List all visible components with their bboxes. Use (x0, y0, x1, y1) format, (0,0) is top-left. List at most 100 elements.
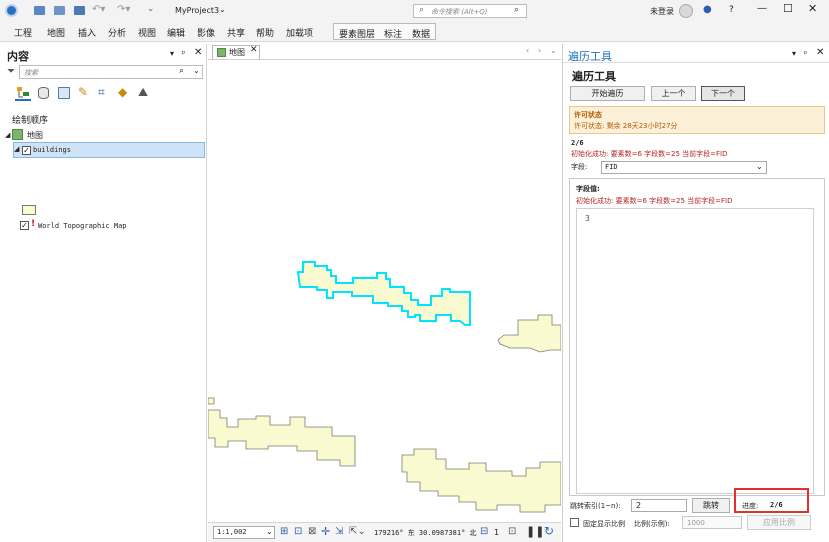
pane-options-icon[interactable]: ▾ (170, 49, 174, 58)
pause-drawing-icon[interactable]: ❚❚ (526, 525, 544, 538)
close-icon[interactable]: ✕ (808, 2, 817, 15)
layer-row-buildings[interactable]: ◢ ✓ buildings (13, 142, 205, 158)
scale-dropdown-icon[interactable]: ⌄ (266, 527, 273, 536)
sign-in-status[interactable]: 未登录 (650, 6, 674, 17)
list-by-editing-icon[interactable]: ✎ (78, 85, 88, 99)
warning-icon: ! (31, 219, 36, 229)
tab-analysis[interactable]: 分析 (108, 26, 126, 39)
field-values-group: 字段值: 初始化成功: 要素数=6 字段数=25 当前字段=FID 3 (569, 178, 825, 496)
pane-close-icon[interactable]: ✕ (816, 47, 824, 58)
list-by-drawing-order-icon[interactable] (15, 85, 31, 101)
list-by-perspective-icon[interactable]: ⛰ (138, 85, 148, 100)
search-dropdown-icon[interactable]: ⌄ (193, 66, 200, 75)
building-feature (208, 397, 215, 405)
map-tab[interactable]: 地图 ✕ (212, 45, 260, 59)
save-project-icon[interactable] (74, 6, 85, 15)
notifications-icon[interactable]: ● (703, 4, 712, 15)
tab-addins[interactable]: 加载项 (286, 26, 313, 39)
contents-pane: 内容 ▾ ᵖ ✕ ⏷ 搜索 ⌕ ⌄ ✎ ⌗ ◆ ⛰ 绘制顺序 ◢ 地图 ◢ ✓ … (0, 44, 207, 542)
tab-view[interactable]: 视图 (138, 26, 156, 39)
navigate-icon[interactable]: ⇲ (335, 526, 343, 537)
tab-labeling[interactable]: 标注 (384, 27, 402, 40)
maximize-icon[interactable]: ☐ (783, 2, 793, 15)
list-by-snapping-icon[interactable]: ⌗ (98, 85, 105, 100)
layer-name-basemap[interactable]: World Topographic Map (38, 222, 127, 230)
undo-icon[interactable]: ↶▾ (92, 4, 105, 15)
zoom-full-extent-icon[interactable]: ⊞ (280, 526, 288, 537)
ribbon-tab-bar: 工程 地图 插入 分析 视图 编辑 影像 共享 帮助 加载项 要素图层 标注 数… (0, 22, 829, 42)
map-view[interactable]: 地图 ✕ ‹ › ⌄ 1:1,002 ⌄ ⊞ ⊡ ⊠ ✛ ⇲ ⇱⌄ 179216… (208, 44, 561, 542)
map-tab-label: 地图 (229, 48, 245, 57)
pane-options-icon[interactable]: ▾ (792, 49, 796, 58)
expand-layer-icon[interactable]: ◢ (14, 145, 19, 153)
progress-value: 2/6 (770, 501, 783, 509)
field-values-message: 初始化成功: 要素数=6 字段数=25 当前字段=FID (576, 197, 733, 205)
command-search-box[interactable]: ⌕ 命令搜索 (Alt+Q) ⌕ (413, 4, 527, 18)
list-by-selection-icon[interactable] (58, 87, 70, 99)
expand-map-icon[interactable]: ◢ (5, 131, 10, 139)
arcgis-pro-logo-icon (5, 4, 18, 17)
tab-feature-layer[interactable]: 要素图层 (339, 27, 375, 40)
map-canvas[interactable] (208, 60, 561, 522)
contents-search-input[interactable]: 搜索 ⌕ ⌄ (19, 65, 203, 79)
redo-icon[interactable]: ↷▾ (117, 4, 130, 15)
tab-edit[interactable]: 编辑 (167, 26, 185, 39)
new-project-icon[interactable] (34, 6, 45, 15)
tab-project[interactable]: 工程 (14, 26, 32, 39)
tab-help[interactable]: 帮助 (256, 26, 274, 39)
jump-index-input[interactable]: 2 (631, 499, 687, 512)
minimize-icon[interactable]: — (757, 3, 767, 14)
filter-icon[interactable]: ⏷ (7, 66, 15, 77)
scale-value: 1:1,002 (217, 528, 247, 536)
jump-button[interactable]: 跳转 (692, 498, 730, 513)
previous-button[interactable]: 上一个 (651, 86, 696, 101)
scale-example-input[interactable]: 1000 (682, 516, 742, 529)
tab-list-icon[interactable]: ⌄ (550, 46, 557, 55)
start-traversal-button[interactable]: 开始遍历 (570, 86, 645, 101)
list-by-source-icon[interactable] (38, 87, 49, 99)
auto-hide-icon[interactable]: ᵖ (804, 49, 807, 58)
avatar[interactable] (679, 4, 693, 18)
scale-selector[interactable]: 1:1,002 ⌄ (213, 526, 275, 539)
building-feature (401, 448, 561, 513)
basemap-visibility-checkbox[interactable]: ✓ (20, 221, 29, 230)
tab-scroll-right-icon[interactable]: › (538, 46, 541, 55)
help-icon[interactable]: ? (729, 5, 734, 15)
layer-visibility-checkbox[interactable]: ✓ (22, 146, 31, 155)
search-go-icon: ⌕ (514, 5, 520, 15)
field-select[interactable]: FID ⌄ (601, 161, 767, 174)
auto-hide-icon[interactable]: ᵖ (182, 49, 185, 58)
selected-features-icon[interactable]: ⊟ (480, 526, 488, 537)
next-button[interactable]: 下一个 (701, 86, 745, 101)
field-values-textarea[interactable]: 3 (576, 208, 814, 494)
refresh-extent-icon[interactable]: ⊡ (508, 526, 516, 537)
field-dropdown-icon[interactable]: ⌄ (756, 162, 763, 171)
tab-imagery[interactable]: 影像 (197, 26, 215, 39)
refresh-icon[interactable]: ↻ (544, 524, 554, 538)
list-by-labeling-icon[interactable]: ◆ (118, 85, 127, 99)
layer-name-buildings[interactable]: buildings (33, 146, 71, 154)
contextual-tab-group: 要素图层 标注 数据 (333, 23, 436, 40)
project-name: MyProject3 (175, 6, 220, 15)
customize-qat-icon[interactable]: ⌄ (147, 4, 155, 14)
fixed-zoom-icon[interactable]: ⊡ (294, 526, 302, 537)
tab-share[interactable]: 共享 (227, 26, 245, 39)
contents-close-icon[interactable]: ✕ (194, 47, 202, 58)
tab-data[interactable]: 数据 (412, 27, 430, 40)
layer-symbol-swatch[interactable] (22, 205, 36, 215)
tab-scroll-left-icon[interactable]: ‹ (526, 46, 529, 55)
crosshair-icon[interactable]: ✛ (321, 525, 330, 538)
license-status-box: 许可状态 许可状态: 剩余 28天23小时27分 (569, 106, 825, 134)
apply-scale-button[interactable]: 应用比例 (747, 515, 811, 530)
project-dropdown-icon[interactable]: ⌄ (219, 5, 226, 14)
contents-search-placeholder: 搜索 (24, 69, 38, 77)
coordinate-dropdown-icon[interactable]: ⇱⌄ (349, 526, 366, 537)
tab-insert[interactable]: 插入 (78, 26, 96, 39)
open-project-icon[interactable] (54, 6, 65, 15)
map-name[interactable]: 地图 (27, 130, 43, 141)
fixed-scale-checkbox[interactable] (570, 518, 579, 527)
map-tab-close-icon[interactable]: ✕ (250, 45, 258, 55)
jump-index-label: 跳转索引(1~n): (570, 502, 621, 510)
tab-map[interactable]: 地图 (47, 26, 65, 39)
grid-icon[interactable]: ⊠ (308, 526, 316, 537)
